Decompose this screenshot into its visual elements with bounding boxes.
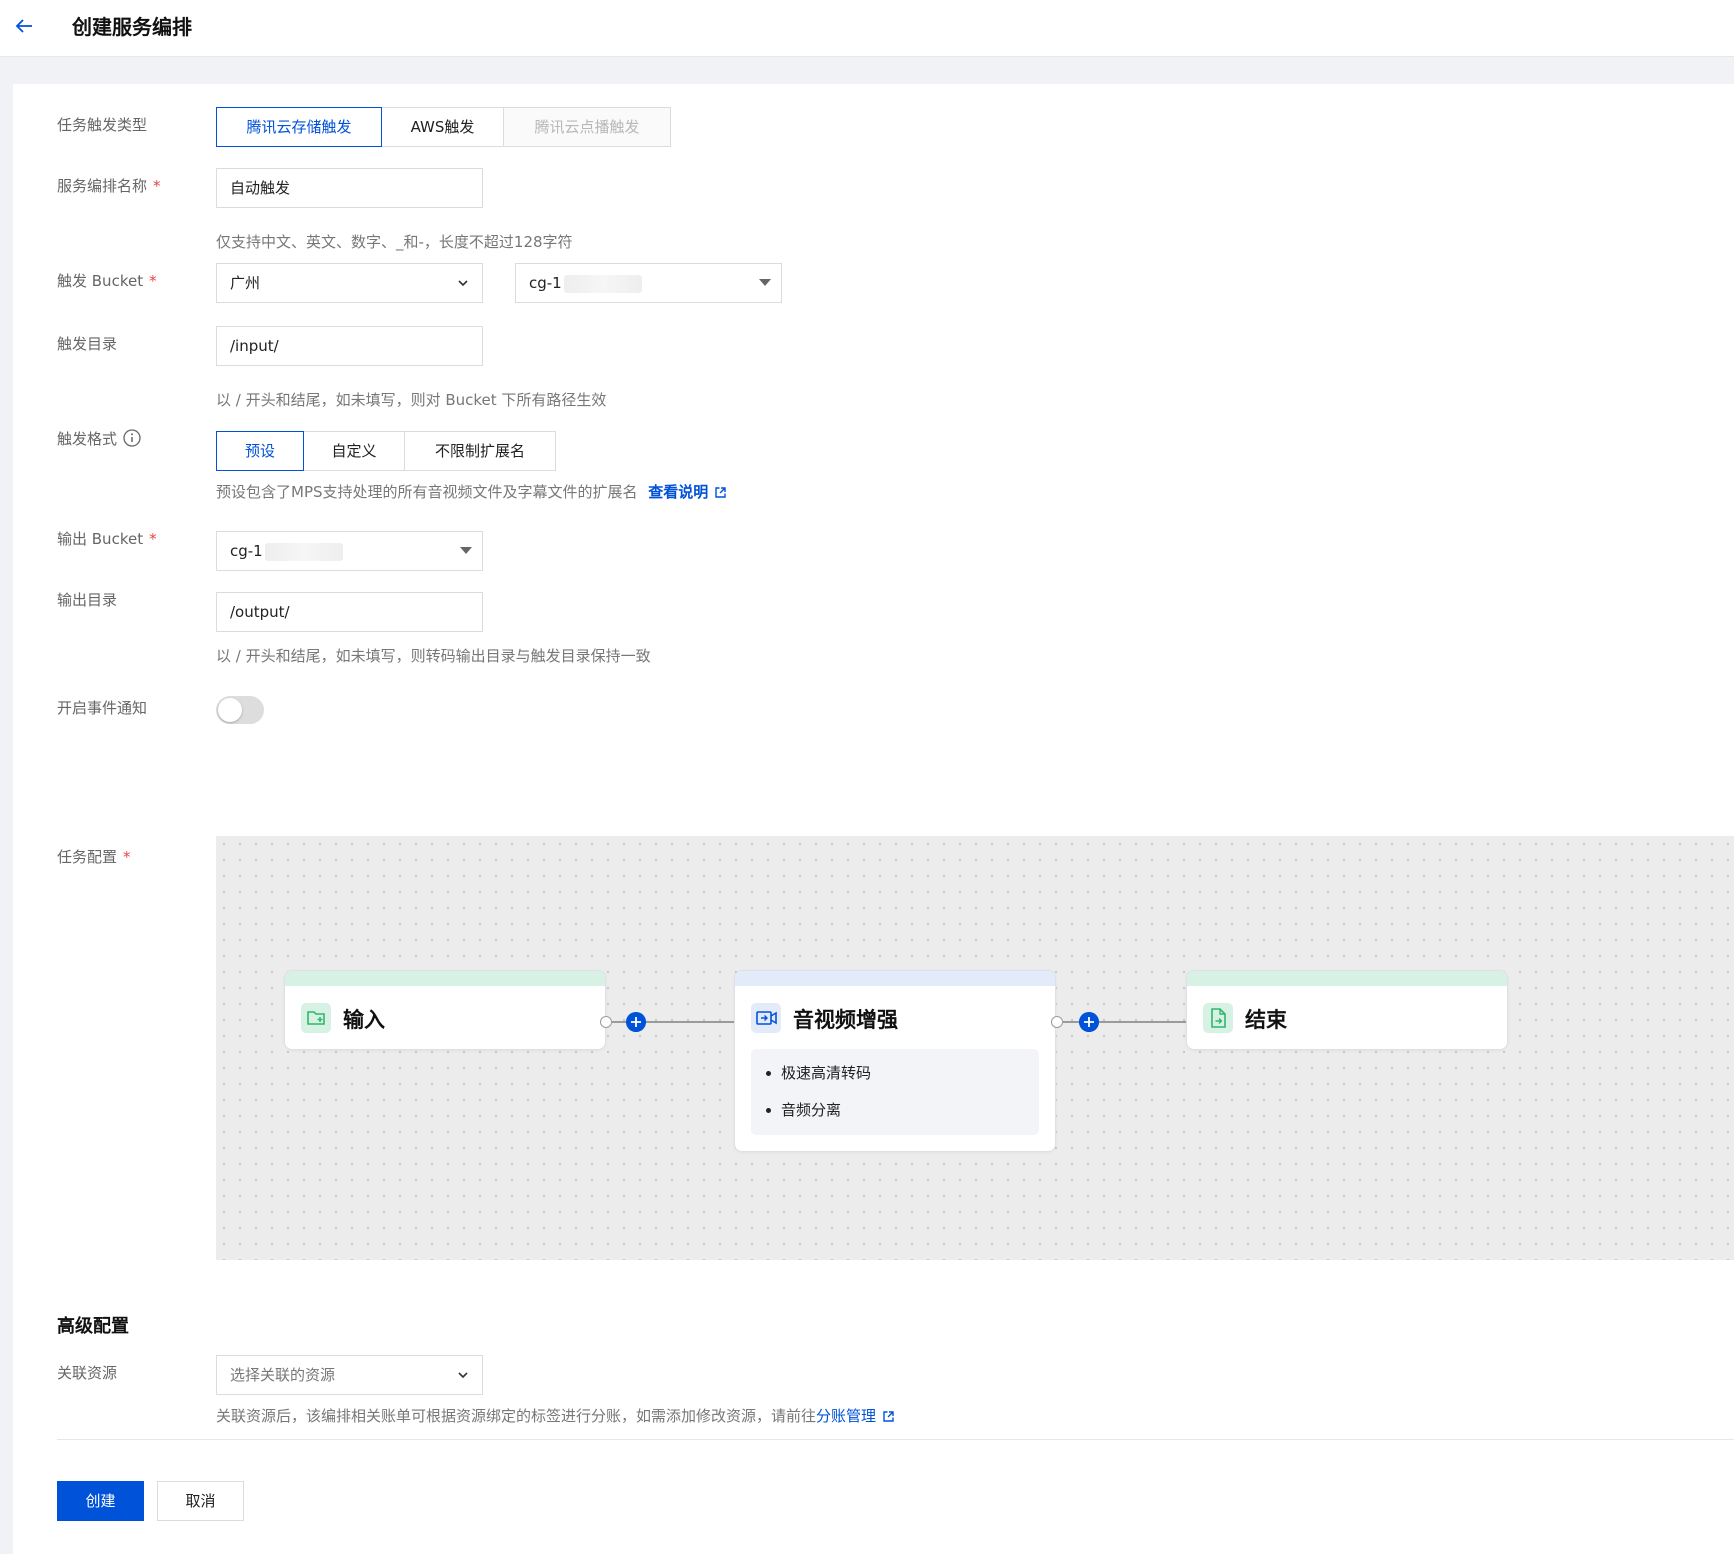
trigger-dir-label: 触发目录 (57, 333, 117, 354)
output-bucket-select[interactable]: cg-1 (216, 531, 483, 571)
add-node-icon[interactable] (626, 1012, 646, 1032)
switch-knob (218, 698, 242, 722)
trigger-bucket-label: 触发 Bucket * (57, 270, 157, 291)
footer-divider (57, 1439, 1734, 1440)
resource-select-placeholder: 选择关联的资源 (230, 1366, 336, 1384)
chevron-down-icon (458, 280, 468, 287)
region-select-value: 广州 (230, 274, 261, 292)
trigger-format-label-text: 触发格式 (57, 430, 118, 448)
name-input[interactable]: 自动触发 (216, 168, 483, 208)
region-select[interactable]: 广州 (216, 263, 483, 303)
folder-add-icon (301, 1003, 331, 1033)
trigger-type-label: 任务触发类型 (57, 114, 147, 135)
event-notify-label: 开启事件通知 (57, 697, 147, 718)
resource-label-text: 关联资源 (57, 1364, 118, 1382)
workflow-node-end[interactable]: 结束 (1186, 970, 1508, 1050)
resource-select[interactable]: 选择关联的资源 (216, 1355, 483, 1395)
external-link-icon[interactable] (882, 1410, 895, 1423)
output-dir-label-text: 输出目录 (57, 591, 118, 609)
node-accent-bar (1187, 971, 1507, 986)
task-config-label-text: 任务配置 (57, 848, 118, 866)
output-bucket-select-value: cg-1 (230, 542, 263, 560)
add-node-icon[interactable] (1079, 1012, 1099, 1032)
caret-down-icon (460, 547, 472, 554)
node-header: 输入 (285, 986, 605, 1049)
trigger-dir-label-text: 触发目录 (57, 335, 118, 353)
view-docs-link[interactable]: 查看说明 (648, 483, 708, 501)
node-header: 结束 (1187, 986, 1507, 1049)
node-accent-bar (285, 971, 605, 986)
node-title: 音视频增强 (793, 1008, 898, 1032)
event-notify-switch[interactable] (216, 696, 264, 724)
node-title: 输入 (343, 1008, 385, 1032)
node-output-port[interactable] (1051, 1016, 1063, 1028)
trigger-type-option-cos[interactable]: 腾讯云存储触发 (216, 107, 382, 147)
required-mark: * (149, 272, 157, 290)
node-title: 结束 (1245, 1008, 1287, 1032)
trigger-bucket-label-text: 触发 Bucket (57, 272, 144, 290)
output-bucket-label-text: 输出 Bucket (57, 530, 144, 548)
required-mark: * (149, 530, 157, 548)
output-dir-input[interactable]: /output/ (216, 592, 483, 632)
trigger-format-hint-text: 预设包含了MPS支持处理的所有音视频文件及字幕文件的扩展名 (216, 483, 638, 501)
required-mark: * (153, 177, 161, 195)
redacted-area (563, 274, 642, 293)
trigger-bucket-select-value: cg-1 (529, 274, 562, 292)
back-arrow-icon[interactable] (12, 14, 36, 38)
output-bucket-label: 输出 Bucket * (57, 528, 157, 549)
trigger-format-option-unlimited[interactable]: 不限制扩展名 (405, 432, 555, 470)
name-label-text: 服务编排名称 (57, 177, 148, 195)
name-hint: 仅支持中文、英文、数字、_和-，长度不超过128字符 (216, 233, 573, 251)
node-output-port[interactable] (600, 1016, 612, 1028)
external-link-icon[interactable] (714, 486, 727, 499)
trigger-type-segmented: 腾讯云存储触发 AWS触发 腾讯云点播触发 (216, 107, 671, 147)
trigger-dir-hint: 以 / 开头和结尾，如未填写，则对 Bucket 下所有路径生效 (216, 391, 607, 409)
trigger-format-option-custom[interactable]: 自定义 (304, 432, 405, 470)
node-accent-bar (735, 971, 1055, 986)
trigger-type-option-aws[interactable]: AWS触发 (382, 108, 504, 146)
trigger-type-label-text: 任务触发类型 (57, 116, 148, 134)
trigger-format-option-preset[interactable]: 预设 (216, 431, 304, 471)
video-enhance-icon (751, 1003, 781, 1033)
trigger-format-label: 触发格式 (57, 428, 141, 449)
resource-hint: 关联资源后，该编排相关账单可根据资源绑定的标签进行分账，如需添加修改资源，请前往… (216, 1405, 895, 1426)
info-icon[interactable] (123, 429, 141, 447)
trigger-dir-input[interactable]: /input/ (216, 326, 483, 366)
workflow-node-input[interactable]: 输入 (284, 970, 606, 1050)
redacted-area (264, 542, 343, 561)
advanced-section-title: 高级配置 (57, 1316, 129, 1337)
caret-down-icon (759, 279, 771, 286)
workflow-canvas[interactable]: 输入 音视频增强 极速高清转码 音频分离 结束 (216, 836, 1734, 1260)
top-bar: 创建服务编排 (0, 0, 1734, 57)
output-dir-label: 输出目录 (57, 589, 117, 610)
chevron-down-icon (458, 1372, 468, 1379)
trigger-format-segmented: 预设 自定义 不限制扩展名 (216, 431, 556, 471)
node-header: 音视频增强 (735, 986, 1055, 1049)
form-card: 任务触发类型 腾讯云存储触发 AWS触发 腾讯云点播触发 服务编排名称 * 自动触… (13, 84, 1734, 1554)
cancel-button[interactable]: 取消 (157, 1481, 244, 1521)
trigger-format-hint: 预设包含了MPS支持处理的所有音视频文件及字幕文件的扩展名 查看说明 (216, 481, 727, 502)
trigger-type-option-vod: 腾讯云点播触发 (504, 108, 670, 146)
node-task-list: 极速高清转码 音频分离 (751, 1049, 1039, 1135)
billing-management-link[interactable]: 分账管理 (816, 1407, 876, 1425)
required-mark: * (123, 848, 131, 866)
resource-hint-text: 关联资源后，该编排相关账单可根据资源绑定的标签进行分账，如需添加修改资源，请前往 (216, 1407, 817, 1425)
workflow-node-enhance[interactable]: 音视频增强 极速高清转码 音频分离 (734, 970, 1056, 1152)
node-task-item[interactable]: 极速高清转码 (751, 1055, 1039, 1092)
trigger-bucket-select[interactable]: cg-1 (515, 263, 782, 303)
create-button[interactable]: 创建 (57, 1481, 144, 1521)
output-dir-hint: 以 / 开头和结尾，如未填写，则转码输出目录与触发目录保持一致 (216, 647, 651, 665)
resource-label: 关联资源 (57, 1362, 117, 1383)
file-end-icon (1203, 1003, 1233, 1033)
page-title: 创建服务编排 (72, 15, 192, 39)
node-task-item[interactable]: 音频分离 (751, 1092, 1039, 1129)
event-notify-label-text: 开启事件通知 (57, 699, 148, 717)
task-config-label: 任务配置 * (57, 846, 131, 867)
name-label: 服务编排名称 * (57, 175, 161, 196)
